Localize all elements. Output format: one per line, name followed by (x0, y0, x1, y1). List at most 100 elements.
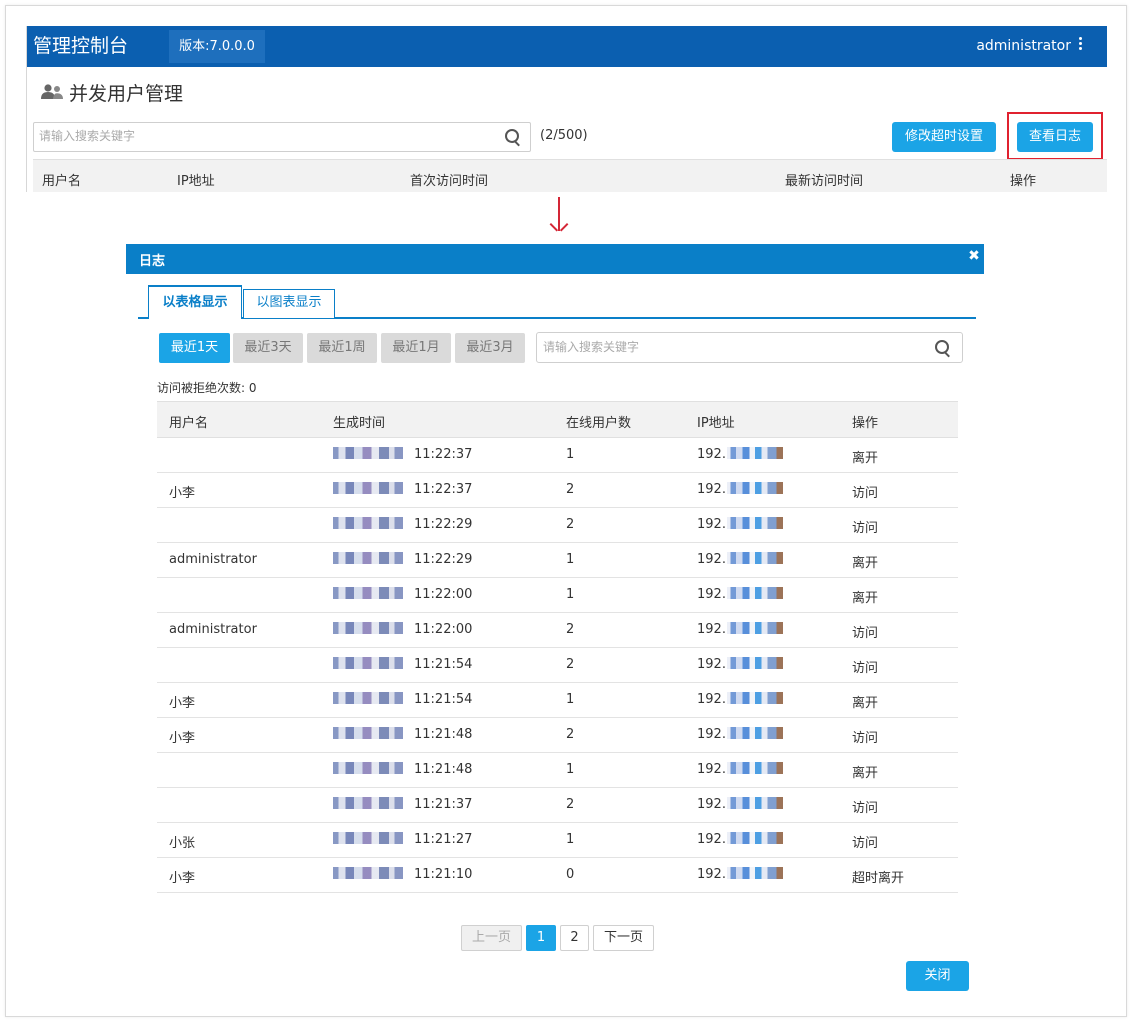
period-1-week-button[interactable]: 最近1周 (307, 333, 377, 363)
redacted-ip (726, 517, 783, 529)
column-header: 生成时间 (333, 416, 386, 431)
column-header: 最新访问时间 (785, 174, 864, 189)
user-table-header: 用户名 IP地址 首次访问时间 最新访问时间 操作 (33, 159, 1107, 192)
redacted-ip (726, 692, 783, 704)
cell-operation: 离开 (852, 556, 879, 571)
tab-chart-view[interactable]: 以图表显示 (243, 289, 335, 318)
table-row: 11:22:29 2 192. 访问 (157, 508, 958, 543)
log-search-input[interactable] (543, 340, 923, 354)
redacted-date (333, 482, 403, 494)
top-bar: 管理控制台 版本:7.0.0.0 administrator (27, 26, 1107, 67)
close-icon[interactable]: ✖ (968, 249, 980, 263)
cell-ip: 192. (697, 622, 783, 637)
down-arrow-icon (549, 197, 569, 239)
log-table: 用户名 生成时间 在线用户数 IP地址 操作 11:22:37 1 192. 离开 小李… (157, 401, 958, 893)
cell-user: administrator (169, 622, 257, 637)
cell-online: 1 (566, 447, 575, 462)
cell-online: 2 (566, 622, 575, 637)
redacted-ip (726, 867, 783, 879)
user-count: (2/500) (540, 128, 588, 143)
cell-user: 小李 (169, 871, 196, 886)
cell-ip: 192. (697, 587, 783, 602)
redacted-ip (726, 657, 783, 669)
column-header: 在线用户数 (566, 416, 632, 431)
period-3-months-button[interactable]: 最近3月 (455, 333, 525, 363)
view-tabs: 以表格显示 以图表显示 (138, 285, 976, 319)
cell-online: 1 (566, 692, 575, 707)
redacted-ip (726, 797, 783, 809)
cell-operation: 离开 (852, 766, 879, 781)
cell-ip: 192. (697, 482, 783, 497)
cell-time: 11:22:37 (333, 447, 472, 462)
cell-time: 11:22:00 (333, 622, 472, 637)
cell-operation: 访问 (852, 626, 879, 641)
current-user[interactable]: administrator (976, 36, 1071, 56)
period-1-month-button[interactable]: 最近1月 (381, 333, 451, 363)
table-header: 用户名 生成时间 在线用户数 IP地址 操作 (157, 401, 958, 438)
table-row: 小李 11:22:37 2 192. 访问 (157, 473, 958, 508)
table-row: 11:21:54 2 192. 访问 (157, 648, 958, 683)
cell-user: 小张 (169, 836, 196, 851)
cell-online: 1 (566, 832, 575, 847)
prev-page-button[interactable]: 上一页 (461, 925, 522, 951)
dialog-title: 日志 (139, 254, 166, 269)
page-1-button[interactable]: 1 (526, 925, 556, 951)
cell-time: 11:22:37 (333, 482, 472, 497)
cell-user: 小李 (169, 486, 196, 501)
tab-table-view[interactable]: 以表格显示 (148, 285, 242, 319)
column-header: IP地址 (697, 416, 735, 431)
cell-ip: 192. (697, 657, 783, 672)
cell-online: 2 (566, 482, 575, 497)
users-icon (41, 84, 63, 99)
period-1-day-button[interactable]: 最近1天 (159, 333, 230, 363)
redacted-date (333, 587, 403, 599)
cell-ip: 192. (697, 867, 783, 882)
redacted-date (333, 762, 403, 774)
column-header: IP地址 (177, 174, 215, 189)
cell-operation: 超时离开 (852, 871, 905, 886)
column-header: 首次访问时间 (410, 174, 489, 189)
cell-operation: 访问 (852, 801, 879, 816)
cell-user: administrator (169, 552, 257, 567)
redacted-date (333, 797, 403, 809)
table-row: 小李 11:21:54 1 192. 离开 (157, 683, 958, 718)
page-2-button[interactable]: 2 (560, 925, 589, 951)
cell-ip: 192. (697, 797, 783, 812)
search-icon[interactable] (934, 339, 952, 357)
cell-ip: 192. (697, 552, 783, 567)
cell-user: 小李 (169, 731, 196, 746)
column-header: 操作 (852, 416, 879, 431)
user-search-input[interactable] (39, 129, 499, 143)
search-icon[interactable] (504, 128, 522, 146)
user-search-box (33, 122, 531, 152)
close-button[interactable]: 关闭 (906, 961, 969, 991)
redacted-date (333, 622, 403, 634)
redacted-date (333, 517, 403, 529)
page-title: 并发用户管理 (69, 83, 184, 105)
cell-ip: 192. (697, 727, 783, 742)
cell-ip: 192. (697, 762, 783, 777)
cell-operation: 访问 (852, 731, 879, 746)
period-3-days-button[interactable]: 最近3天 (233, 333, 303, 363)
cell-time: 11:22:29 (333, 552, 472, 567)
table-row: 小张 11:21:27 1 192. 访问 (157, 823, 958, 858)
edit-timeout-button[interactable]: 修改超时设置 (892, 122, 996, 152)
redacted-ip (726, 482, 783, 494)
cell-ip: 192. (697, 832, 783, 847)
dialog-header: 日志 ✖ (126, 244, 984, 274)
next-page-button[interactable]: 下一页 (593, 925, 654, 951)
more-menu-icon[interactable] (1077, 35, 1083, 57)
cell-time: 11:21:54 (333, 657, 472, 672)
version-badge: 版本:7.0.0.0 (169, 30, 265, 63)
redacted-date (333, 657, 403, 669)
table-row: 11:21:48 1 192. 离开 (157, 753, 958, 788)
table-row: administrator 11:22:29 1 192. 离开 (157, 543, 958, 578)
column-header: 用户名 (42, 174, 82, 189)
app-title: 管理控制台 (33, 35, 129, 57)
cell-time: 11:21:48 (333, 762, 472, 777)
table-row: 11:21:37 2 192. 访问 (157, 788, 958, 823)
cell-operation: 访问 (852, 661, 879, 676)
cell-operation: 访问 (852, 836, 879, 851)
cell-online: 2 (566, 657, 575, 672)
denied-count: 访问被拒绝次数: 0 (157, 381, 257, 395)
